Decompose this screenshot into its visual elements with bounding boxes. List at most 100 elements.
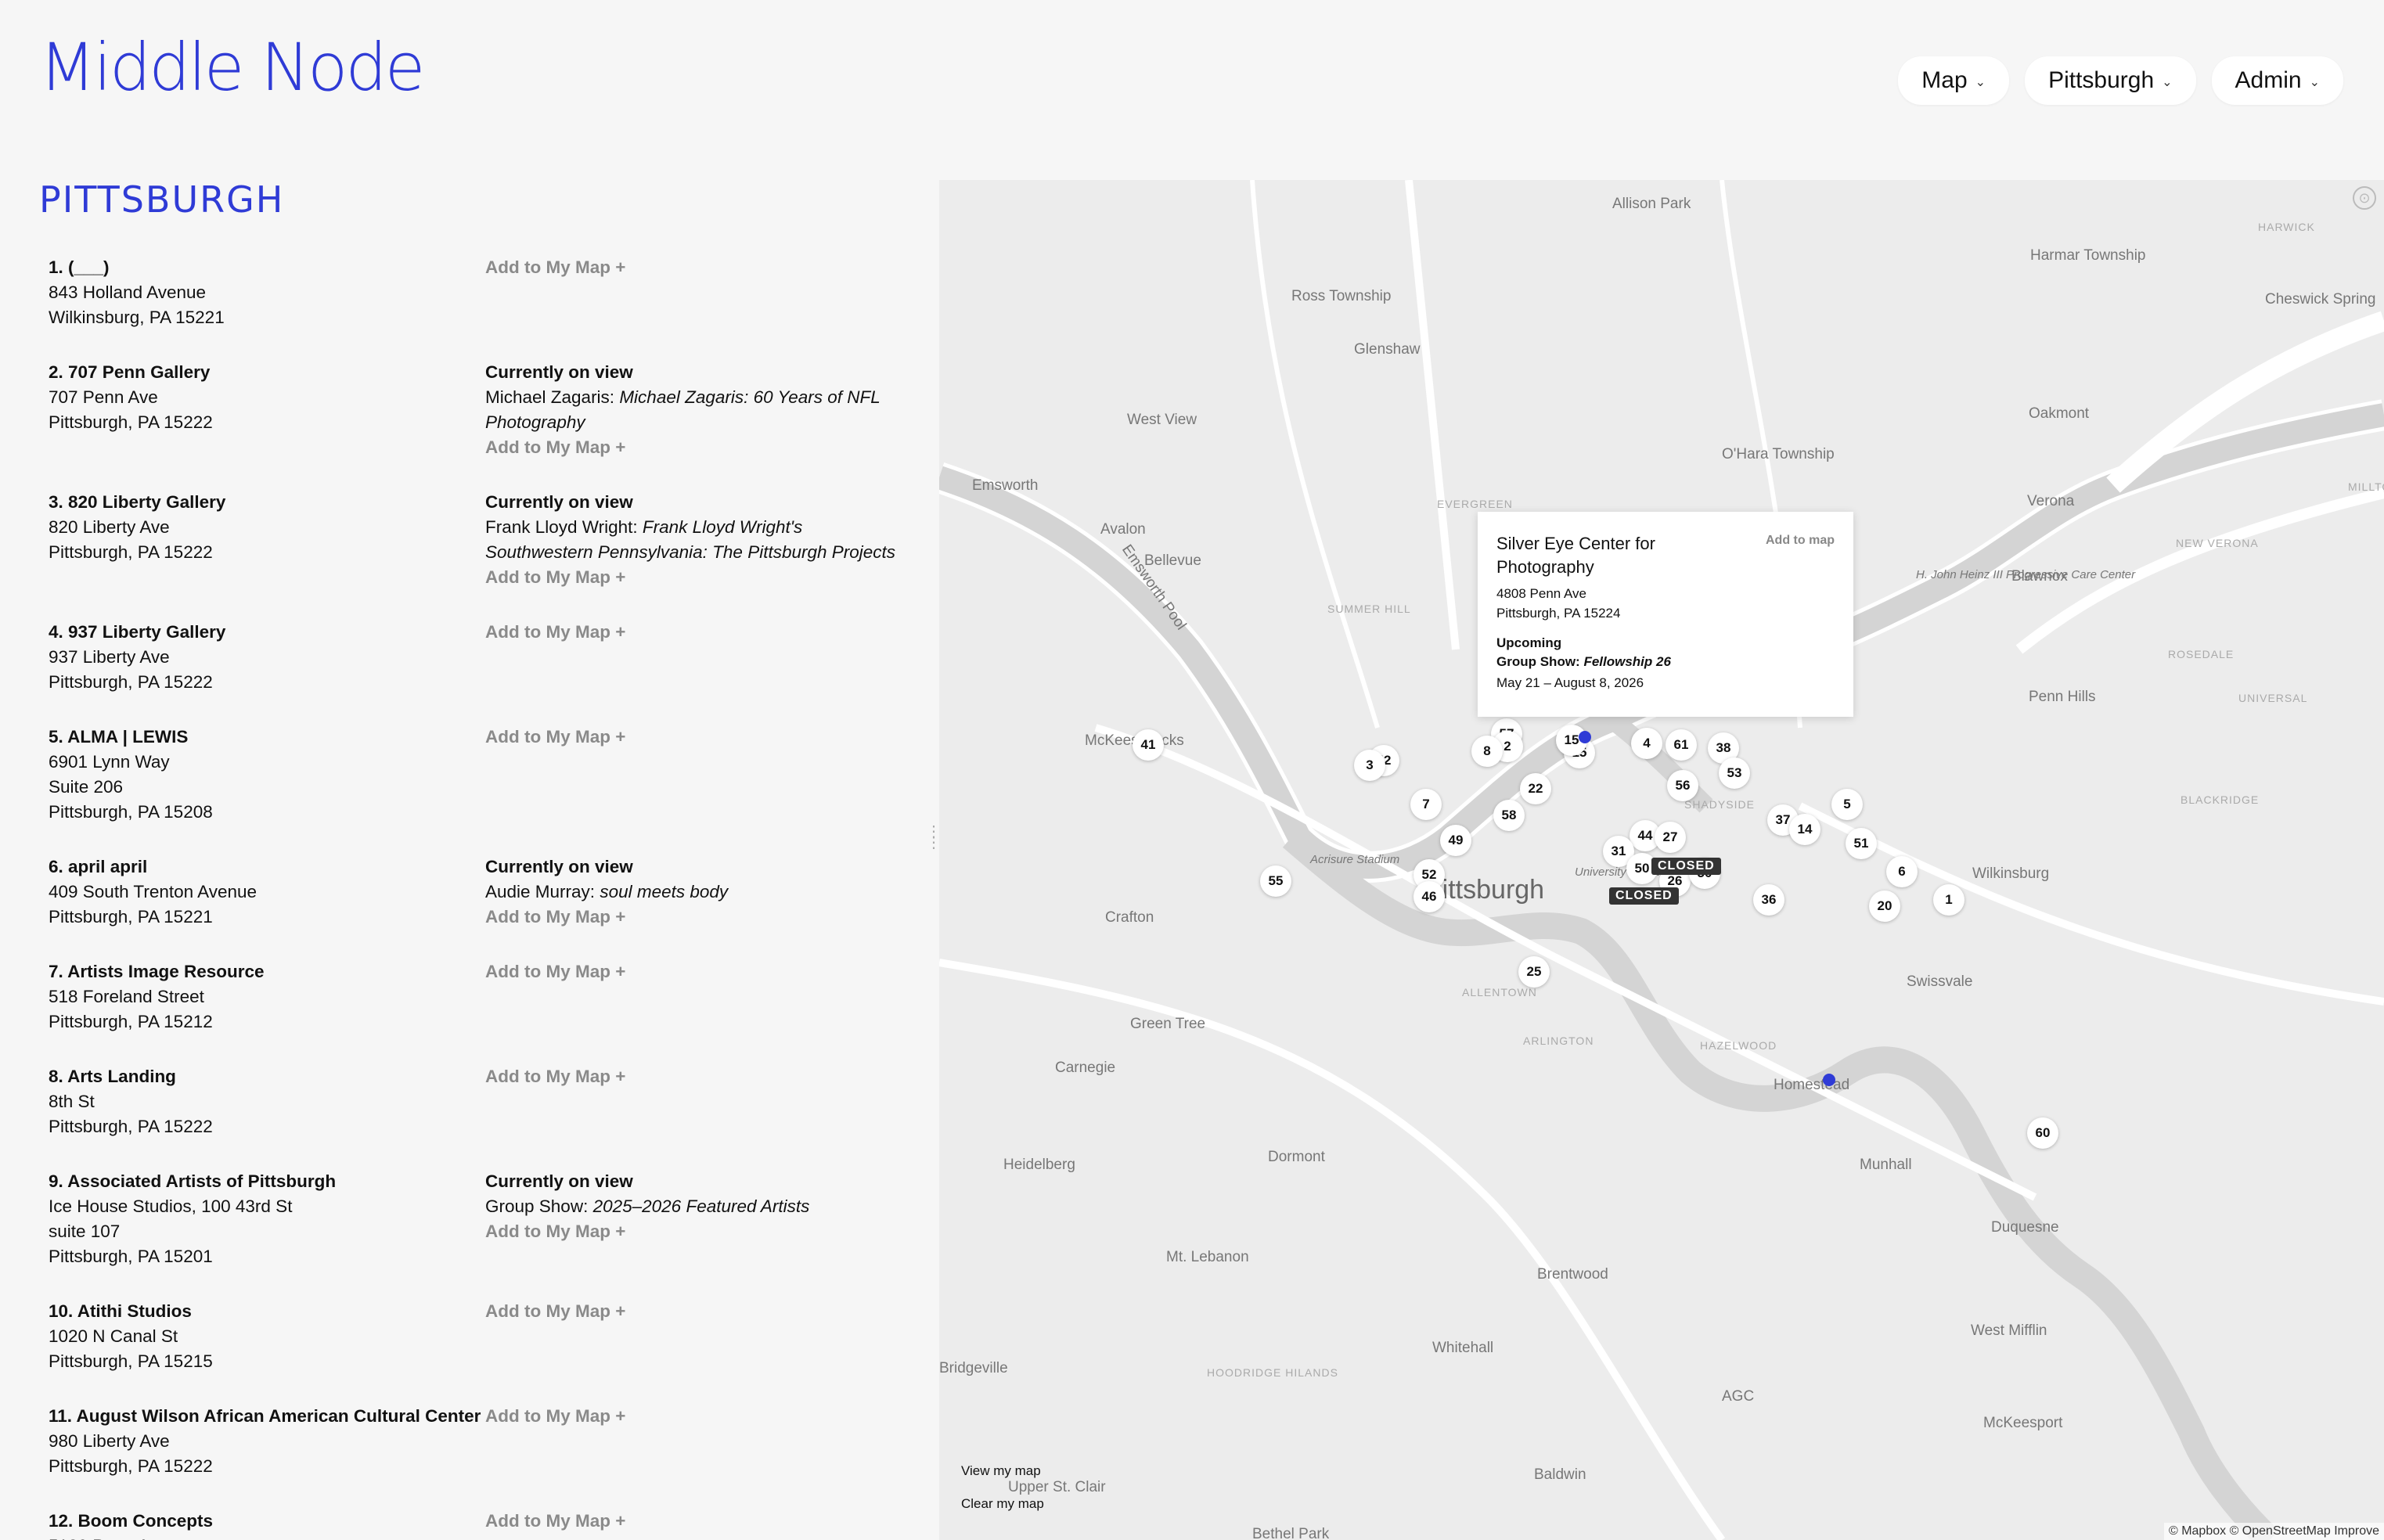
map-marker[interactable]: 53 — [1719, 757, 1750, 789]
logo[interactable]: Middle Node — [39, 34, 425, 100]
map-marker[interactable]: 7 — [1410, 789, 1442, 820]
on-view-label: Currently on view — [485, 857, 633, 876]
add-to-my-map-button[interactable]: Add to My Map + — [485, 565, 908, 590]
add-to-my-map-button[interactable]: Add to My Map + — [485, 1219, 908, 1244]
map-marker[interactable]: 20 — [1869, 891, 1900, 922]
venue-name[interactable]: 7. Artists Image Resource — [49, 959, 485, 984]
venue-address-line: Wilkinsburg, PA 15221 — [49, 308, 225, 327]
location-dot[interactable] — [1823, 1074, 1835, 1086]
clear-my-map-link[interactable]: Clear my map — [961, 1496, 1044, 1512]
map-place-label: EVERGREEN — [1437, 498, 1513, 510]
venue-address-line: 1020 N Canal St — [49, 1326, 178, 1346]
venue-name[interactable]: 2. 707 Penn Gallery — [49, 360, 485, 385]
venue-side: Currently on view Group Show: 2025–2026 F… — [485, 1169, 908, 1269]
map-marker[interactable]: 14 — [1789, 814, 1820, 845]
city-menu-button[interactable]: Pittsburgh ⌄ — [2025, 56, 2196, 105]
venue-row: 11. August Wilson African American Cultu… — [49, 1404, 909, 1479]
map-place-label: Harmar Township — [2030, 247, 2146, 264]
closed-badge: CLOSED — [1651, 858, 1721, 875]
venue-address-line: 5139 Penn Ave — [49, 1534, 485, 1540]
map-marker[interactable]: 49 — [1440, 825, 1471, 856]
selected-dot[interactable] — [1579, 731, 1591, 743]
map-marker[interactable]: 5 — [1831, 789, 1863, 820]
venue-row: 3. 820 Liberty Gallery 820 Liberty Ave Pit… — [49, 490, 909, 590]
add-to-my-map-button[interactable]: Add to My Map + — [485, 725, 908, 750]
resize-handle-icon[interactable]: ⋮ ⋮ — [926, 824, 942, 851]
add-to-my-map-button[interactable]: Add to My Map + — [485, 435, 908, 460]
map-place-label: NEW VERONA — [2176, 537, 2259, 549]
venue-row: 6. april april 409 South Trenton Avenue Pi… — [49, 855, 909, 930]
on-view-label: Currently on view — [485, 362, 633, 382]
add-to-my-map-button[interactable]: Add to My Map + — [485, 1299, 908, 1324]
exhibition-artist: Audie Murray: — [485, 882, 600, 901]
map-place-label: Brentwood — [1537, 1266, 1608, 1283]
venue-name[interactable]: 8. Arts Landing — [49, 1064, 485, 1089]
map-menu-button[interactable]: Map ⌄ — [1898, 56, 2010, 105]
map-marker[interactable]: 4 — [1631, 728, 1662, 759]
exhibition: Audie Murray: soul meets body — [485, 880, 908, 905]
map-marker[interactable]: 46 — [1413, 881, 1445, 912]
venue-name[interactable]: 4. 937 Liberty Gallery — [49, 620, 485, 645]
venue-address-line: Ice House Studios, 100 43rd St — [49, 1196, 293, 1216]
view-my-map-link[interactable]: View my map — [961, 1463, 1041, 1479]
map-marker[interactable]: 60 — [2027, 1117, 2058, 1149]
venue-name[interactable]: 5. ALMA | LEWIS — [49, 725, 485, 750]
map-marker[interactable]: 41 — [1133, 729, 1164, 761]
map-marker[interactable]: 8 — [1471, 736, 1503, 767]
map-marker[interactable]: 25 — [1518, 956, 1550, 988]
venue-address-line: suite 107 — [49, 1222, 121, 1241]
popup-title: Silver Eye Center for Photography — [1496, 534, 1655, 577]
venue-address-line: 8th St — [49, 1092, 95, 1111]
add-to-my-map-button[interactable]: Add to My Map + — [485, 905, 908, 930]
map-marker[interactable]: 3 — [1354, 750, 1385, 781]
venue-address-line: 707 Penn Ave — [49, 387, 158, 407]
admin-menu-button[interactable]: Admin ⌄ — [2211, 56, 2343, 105]
map-marker[interactable]: 61 — [1666, 729, 1697, 761]
map-marker[interactable]: 55 — [1260, 865, 1291, 897]
map-marker[interactable]: 58 — [1493, 800, 1525, 831]
closed-badge: CLOSED — [1609, 887, 1679, 905]
popup-add-button[interactable]: Add to map — [1766, 534, 1835, 548]
compass-icon[interactable]: ⊙ — [2353, 186, 2376, 210]
map-attribution[interactable]: © Mapbox © OpenStreetMap Improve — [2163, 1523, 2384, 1540]
venue-name[interactable]: 10. Atithi Studios — [49, 1299, 485, 1324]
add-to-my-map-button[interactable]: Add to My Map + — [485, 1404, 908, 1429]
venue-side: Add to My Map + — [485, 1404, 908, 1479]
venue-name[interactable]: 11. August Wilson African American Cultu… — [49, 1404, 485, 1429]
map-marker[interactable]: 56 — [1667, 770, 1698, 801]
add-to-my-map-button[interactable]: Add to My Map + — [485, 959, 908, 984]
add-to-my-map-button[interactable]: Add to My Map + — [485, 1509, 908, 1534]
map-place-label: H. John Heinz III Progressive Care Cente… — [1916, 568, 2136, 581]
map-place-label: Heidelberg — [1003, 1157, 1075, 1173]
venue-side: Add to My Map + — [485, 620, 908, 695]
venue-name[interactable]: 6. april april — [49, 855, 485, 880]
map-place-label: Swissvale — [1907, 973, 1973, 990]
venue-list: 1. (___) 843 Holland Avenue Wilkinsburg, P… — [49, 255, 909, 1540]
map-marker[interactable]: 6 — [1886, 856, 1918, 887]
popup-artist: Group Show: — [1496, 654, 1584, 669]
venue-name[interactable]: 1. (___) — [49, 255, 485, 280]
map[interactable]: Allison Park Ross Township Glenshaw West Vi… — [939, 180, 2384, 1540]
map-marker[interactable]: 36 — [1753, 884, 1784, 916]
add-to-my-map-button[interactable]: Add to My Map + — [485, 1064, 908, 1089]
map-marker[interactable]: 22 — [1520, 773, 1551, 804]
venue-name[interactable]: 3. 820 Liberty Gallery — [49, 490, 485, 515]
venue-address-line: Pittsburgh, PA 15222 — [49, 1117, 213, 1136]
exhibition: Frank Lloyd Wright: Frank Lloyd Wright's… — [485, 515, 908, 565]
add-to-my-map-button[interactable]: Add to My Map + — [485, 620, 908, 645]
map-marker[interactable]: 51 — [1846, 828, 1877, 859]
popup-address-line: Pittsburgh, PA 15224 — [1496, 606, 1621, 621]
venue-info: 7. Artists Image Resource 518 Foreland St… — [49, 959, 485, 1034]
venue-name[interactable]: 9. Associated Artists of Pittsburgh — [49, 1169, 485, 1194]
map-marker[interactable]: 1 — [1933, 884, 1964, 916]
map-place-label: ARLINGTON — [1523, 1034, 1594, 1047]
venue-row: 12. Boom Concepts5139 Penn AveAdd to My … — [49, 1509, 909, 1540]
venue-info: 1. (___) 843 Holland Avenue Wilkinsburg, P… — [49, 255, 485, 330]
venue-name[interactable]: 12. Boom Concepts — [49, 1509, 485, 1534]
map-marker[interactable]: 27 — [1655, 822, 1686, 853]
add-to-my-map-button[interactable]: Add to My Map + — [485, 255, 908, 280]
map-place-label: Penn Hills — [2029, 689, 2096, 705]
venue-side: Add to My Map + — [485, 959, 908, 1034]
map-place-label: Carnegie — [1055, 1060, 1116, 1076]
venue-side: Currently on view Michael Zagaris: Michae… — [485, 360, 908, 460]
